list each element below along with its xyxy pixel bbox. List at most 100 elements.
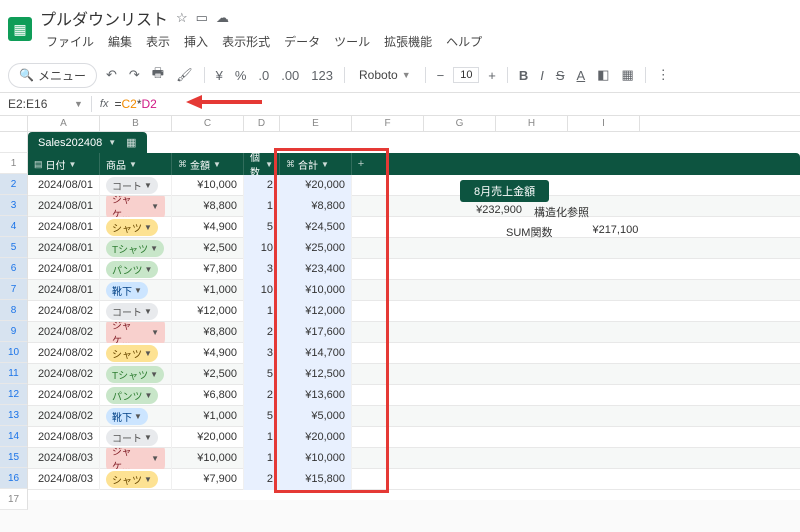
chevron-down-icon[interactable]: ▼	[74, 99, 83, 109]
cell-amount[interactable]: ¥4,900	[172, 217, 244, 238]
row-num[interactable]: 7	[0, 279, 28, 300]
cell-qty[interactable]: 1	[244, 448, 280, 469]
row-num[interactable]: 8	[0, 300, 28, 321]
cell-qty[interactable]: 1	[244, 301, 280, 322]
row-num[interactable]: 13	[0, 405, 28, 426]
cell-qty[interactable]: 2	[244, 469, 280, 490]
row-num[interactable]: 6	[0, 258, 28, 279]
col-date[interactable]: ▤日付▼	[28, 153, 100, 175]
col-header-E[interactable]: E	[280, 116, 352, 131]
cell-qty[interactable]: 2	[244, 385, 280, 406]
cell-amount[interactable]: ¥2,500	[172, 364, 244, 385]
currency-yen-icon[interactable]: ¥	[213, 66, 226, 85]
cell-date[interactable]: 2024/08/01	[28, 238, 100, 259]
cell-date[interactable]: 2024/08/02	[28, 406, 100, 427]
cell-qty[interactable]: 5	[244, 217, 280, 238]
undo-icon[interactable]: ↶	[103, 65, 120, 85]
more-icon[interactable]: ⋮	[654, 65, 673, 85]
bold-icon[interactable]: B	[516, 66, 531, 85]
menu-表示[interactable]: 表示	[140, 31, 176, 52]
cell-total[interactable]: ¥25,000	[280, 238, 352, 259]
menu-search-button[interactable]: 🔍 メニュー	[8, 63, 97, 88]
cell-product[interactable]: Tシャツ▼	[100, 364, 172, 385]
cell-amount[interactable]: ¥7,800	[172, 259, 244, 280]
cell-total[interactable]: ¥13,600	[280, 385, 352, 406]
cell-total[interactable]: ¥15,800	[280, 469, 352, 490]
cell-qty[interactable]: 3	[244, 259, 280, 280]
cell-product[interactable]: 靴下▼	[100, 280, 172, 301]
redo-icon[interactable]: ↷	[126, 65, 143, 85]
cell-date[interactable]: 2024/08/01	[28, 196, 100, 217]
cell-date[interactable]: 2024/08/01	[28, 280, 100, 301]
cell-qty[interactable]: 3	[244, 343, 280, 364]
cell-product[interactable]: ジャケ...▼	[100, 322, 172, 343]
cell-product[interactable]: シャツ▼	[100, 217, 172, 238]
row-num[interactable]: 3	[0, 195, 28, 216]
cell-date[interactable]: 2024/08/02	[28, 343, 100, 364]
col-qty[interactable]: 個数▼	[244, 153, 280, 175]
col-total[interactable]: ⌘合計▼	[280, 153, 352, 175]
cell-date[interactable]: 2024/08/01	[28, 259, 100, 280]
row-num[interactable]: 15	[0, 447, 28, 468]
cell-qty[interactable]: 5	[244, 406, 280, 427]
col-header-B[interactable]: B	[100, 116, 172, 131]
formula-input[interactable]: =C2*D2	[114, 97, 156, 111]
col-header-I[interactable]: I	[568, 116, 640, 131]
strike-icon[interactable]: S	[553, 66, 568, 85]
row-num[interactable]: 9	[0, 321, 28, 342]
paint-format-icon[interactable]: 🖌	[173, 65, 196, 85]
cell-product[interactable]: シャツ▼	[100, 469, 172, 490]
cell-qty[interactable]: 10	[244, 280, 280, 301]
menu-編集[interactable]: 編集	[102, 31, 138, 52]
menu-ヘルプ[interactable]: ヘルプ	[440, 31, 488, 52]
cell-amount[interactable]: ¥6,800	[172, 385, 244, 406]
percent-icon[interactable]: %	[232, 66, 250, 85]
cloud-icon[interactable]: ☁	[216, 10, 229, 26]
cell-amount[interactable]: ¥10,000	[172, 448, 244, 469]
menu-挿入[interactable]: 挿入	[178, 31, 214, 52]
star-icon[interactable]: ☆	[176, 10, 188, 26]
col-header-F[interactable]: F	[352, 116, 424, 131]
cell-product[interactable]: シャツ▼	[100, 343, 172, 364]
cell-product[interactable]: コート▼	[100, 301, 172, 322]
cell-total[interactable]: ¥24,500	[280, 217, 352, 238]
row-num[interactable]: 4	[0, 216, 28, 237]
row-num[interactable]: 10	[0, 342, 28, 363]
cell-total[interactable]: ¥12,500	[280, 364, 352, 385]
cell-amount[interactable]: ¥4,900	[172, 343, 244, 364]
add-column-button[interactable]: +	[352, 153, 370, 175]
cell-date[interactable]: 2024/08/03	[28, 448, 100, 469]
cell-amount[interactable]: ¥1,000	[172, 406, 244, 427]
cell-qty[interactable]: 2	[244, 175, 280, 196]
row-num[interactable]: 5	[0, 237, 28, 258]
cell-product[interactable]: コート▼	[100, 175, 172, 196]
cell-qty[interactable]: 2	[244, 322, 280, 343]
format-icon[interactable]: 123	[308, 66, 336, 85]
menu-拡張機能[interactable]: 拡張機能	[378, 31, 438, 52]
cell-date[interactable]: 2024/08/03	[28, 427, 100, 448]
menu-データ[interactable]: データ	[278, 31, 326, 52]
col-amount[interactable]: ⌘金額▼	[172, 153, 244, 175]
print-icon[interactable]: 🖶	[149, 62, 167, 88]
cell-total[interactable]: ¥23,400	[280, 259, 352, 280]
cell-total[interactable]: ¥5,000	[280, 406, 352, 427]
cell-amount[interactable]: ¥12,000	[172, 301, 244, 322]
cell-product[interactable]: 靴下▼	[100, 406, 172, 427]
cell-amount[interactable]: ¥8,800	[172, 196, 244, 217]
move-icon[interactable]: ▭	[196, 10, 208, 26]
text-color-icon[interactable]: A	[574, 66, 589, 85]
row-num[interactable]: 14	[0, 426, 28, 447]
italic-icon[interactable]: I	[537, 66, 547, 85]
row-num[interactable]: 2	[0, 174, 28, 195]
cell-total[interactable]: ¥20,000	[280, 427, 352, 448]
row-num[interactable]: 1	[0, 153, 28, 174]
cell-amount[interactable]: ¥7,900	[172, 469, 244, 490]
cell-date[interactable]: 2024/08/01	[28, 217, 100, 238]
menu-ファイル[interactable]: ファイル	[40, 31, 100, 52]
cell-date[interactable]: 2024/08/03	[28, 469, 100, 490]
doc-title[interactable]: プルダウンリスト	[40, 6, 168, 30]
fill-color-icon[interactable]: ◧	[594, 65, 612, 85]
table-name-tab[interactable]: Sales202408 ▼ ▦	[28, 132, 147, 153]
row-num[interactable]: 12	[0, 384, 28, 405]
cell-product[interactable]: パンツ▼	[100, 385, 172, 406]
